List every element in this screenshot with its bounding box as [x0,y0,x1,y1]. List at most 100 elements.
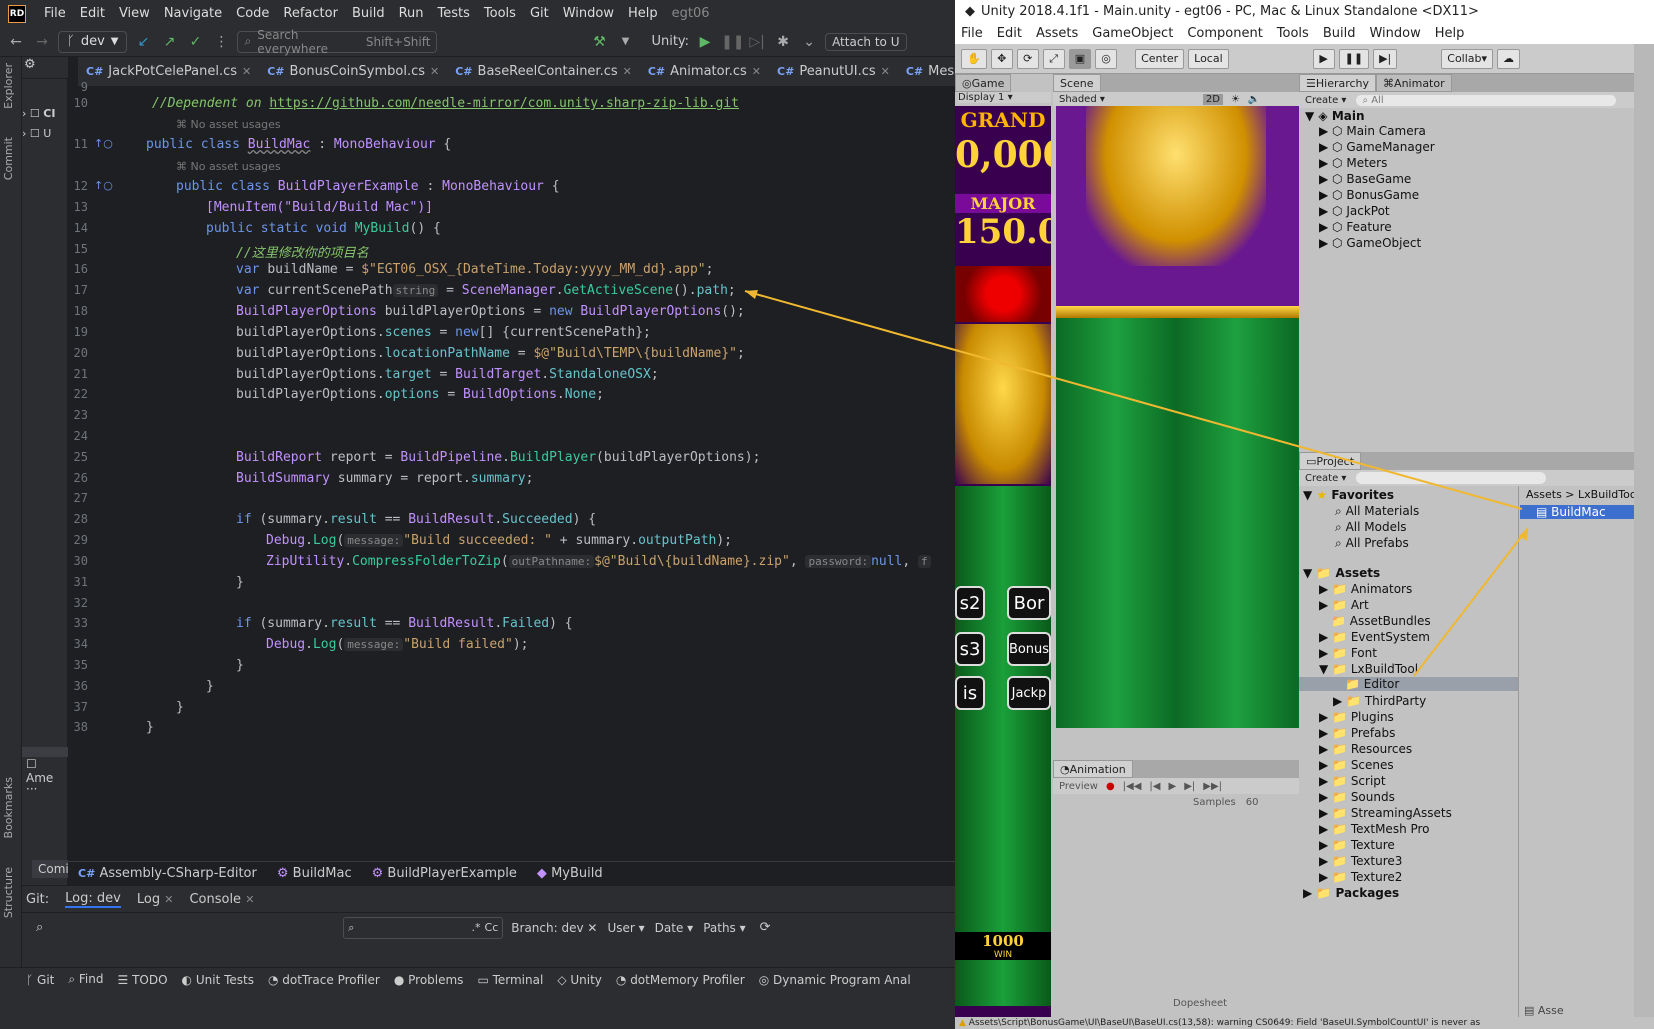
chevron-down-icon[interactable]: ⌄ [799,34,819,50]
tool-unity[interactable]: ◇ Unity [557,973,602,987]
menu-code[interactable]: Code [236,6,269,21]
game-view[interactable]: GRAND 0,000 MAJOR 150.0 s2 Bor s3 Bonus … [955,106,1051,1029]
menu-refactor[interactable]: Refactor [283,6,338,21]
folder-scenes[interactable]: ▶ 📁 Scenes [1319,758,1394,772]
pivot-local-button[interactable]: Local [1188,48,1229,69]
project-search-input[interactable] [1356,472,1547,484]
project-create-button[interactable]: Create ▾ [1305,473,1346,484]
tool-dotmemory[interactable]: ◔ dotMemory Profiler [616,973,745,987]
folder-animators[interactable]: ▶ 📁 Animators [1319,582,1412,596]
game-button-bonus-2[interactable]: Bonus [1007,632,1051,666]
folder-script[interactable]: ▶ 📁 Script [1319,774,1386,788]
refresh-icon[interactable]: ⟳ [760,920,771,935]
samples-value[interactable]: 60 [1246,797,1259,808]
breadcrumb-class[interactable]: ⚙ BuildMac [277,866,352,881]
umenu-tools[interactable]: Tools [1277,26,1309,41]
packages-folder[interactable]: ▶ 📁 Packages [1303,886,1399,900]
hierarchy-item-feature[interactable]: ▶ ⬡ Feature [1319,220,1392,234]
folder-textmeshpro[interactable]: ▶ 📁 TextMesh Pro [1319,822,1430,836]
dopesheet-button[interactable]: Dopesheet [1173,998,1227,1009]
hierarchy-item-gameobject[interactable]: ▶ ⬡ GameObject [1319,236,1421,250]
tab-animator[interactable]: C# Animator.cs ✕ [640,57,769,87]
tab-animator[interactable]: ⌘ Animator [1376,74,1452,92]
hierarchy-create-button[interactable]: Create ▾ [1305,95,1346,106]
commit-tool[interactable]: Commit [2,137,15,180]
prev-keyframe-icon[interactable]: |◀ [1149,781,1160,792]
tab-jackpot-cele-panel[interactable]: C# JackPotCelePanel.cs ✕ [78,57,259,87]
branch-selector[interactable]: ᚴ dev ▼ [58,30,128,53]
tab-hierarchy[interactable]: ☰ Hierarchy [1299,74,1377,92]
menu-window[interactable]: Window [563,6,614,21]
folder-editor[interactable]: 📁 Editor [1299,677,1518,691]
search-icon[interactable]: ⌕ [36,920,43,935]
hierarchy-search-input[interactable]: ⌕ All [1356,94,1617,106]
menu-git[interactable]: Git [530,6,549,21]
github-link[interactable]: https://github.com/needle-mirror/com.uni… [269,96,739,111]
umenu-edit[interactable]: Edit [997,26,1022,41]
umenu-file[interactable]: File [961,26,983,41]
folder-sounds[interactable]: ▶ 📁 Sounds [1319,790,1395,804]
fav-all-models[interactable]: ⌕ All Models [1335,520,1407,535]
scale-tool-icon[interactable]: ⤢ [1042,48,1065,69]
game-button-is[interactable]: is [955,676,985,710]
fav-all-prefabs[interactable]: ⌕ All Prefabs [1335,536,1409,551]
rotate-tool-icon[interactable]: ⟳ [1016,48,1039,69]
umenu-component[interactable]: Component [1187,26,1262,41]
collab-button[interactable]: Collab ▾ [1441,48,1494,69]
folder-art[interactable]: ▶ 📁 Art [1319,598,1369,612]
hand-tool-icon[interactable]: ✋ [961,48,987,69]
back-arrow-icon[interactable]: ← [6,34,26,50]
play-icon[interactable]: ▶ [1168,781,1176,792]
forward-arrow-icon[interactable]: → [32,34,52,50]
menu-tests[interactable]: Tests [438,6,470,21]
umenu-gameobject[interactable]: GameObject [1092,26,1173,41]
tool-find[interactable]: ⌕ Find [68,972,103,987]
folder-thirdparty[interactable]: ▶ 📁 ThirdParty [1333,694,1426,708]
hierarchy-item-bonusgame[interactable]: ▶ ⬡ BonusGame [1319,188,1419,202]
branch-filter[interactable]: Branch: dev ✕ [511,921,597,935]
folder-assetbundles[interactable]: 📁 AssetBundles [1331,614,1431,628]
menu-navigate[interactable]: Navigate [164,6,222,21]
tab-base-reel-container[interactable]: C# BaseReelContainer.cs ✕ [447,57,640,87]
debug-icon[interactable]: ✱ [773,34,793,50]
next-keyframe-icon[interactable]: ▶| [1184,781,1195,792]
hierarchy-item-gamemanager[interactable]: ▶ ⬡ GameManager [1319,140,1435,154]
breadcrumb-assembly[interactable]: C# Assembly-CSharp-Editor [78,866,257,881]
explorer-tool[interactable]: Explorer [2,63,15,109]
tab-animation[interactable]: ◔ Animation [1053,760,1133,778]
scrollbar[interactable] [22,747,68,757]
user-filter[interactable]: User ▾ [607,921,644,935]
folder-texture3[interactable]: ▶ 📁 Texture3 [1319,854,1402,868]
asset-path-breadcrumb[interactable]: Assets > LxBuildToo [1526,488,1637,501]
attach-to-unity-button[interactable]: Attach to U [825,32,907,51]
git-update-icon[interactable]: ↙ [133,34,153,50]
hierarchy-item-meters[interactable]: ▶ ⬡ Meters [1319,156,1387,170]
umenu-window[interactable]: Window [1369,26,1420,41]
tab-console[interactable]: Console ✕ [189,892,254,907]
unity-status-bar[interactable]: ▲ Assets\Script\BonusGame\UI\BaseUI\Base… [955,1017,1654,1029]
asset-buildmac[interactable]: ▤ BuildMac [1520,505,1634,519]
breadcrumb-nested-class[interactable]: ⚙ BuildPlayerExample [372,866,517,881]
menu-run[interactable]: Run [399,6,424,21]
scene-view[interactable] [1056,106,1299,728]
umenu-build[interactable]: Build [1323,26,1356,41]
menu-help[interactable]: Help [628,6,658,21]
audio-icon[interactable]: 🔈 [1248,94,1260,105]
hierarchy-item-jackpot[interactable]: ▶ ⬡ JackPot [1319,204,1390,218]
preview-button[interactable]: Preview [1059,781,1098,792]
game-button-bonus[interactable]: Bor [1007,586,1051,620]
assets-folder[interactable]: ▼ 📁 Assets [1303,566,1380,580]
folder-texture2[interactable]: ▶ 📁 Texture2 [1319,870,1402,884]
transform-tool-icon[interactable]: ◎ [1095,48,1118,69]
tree-node-2[interactable]: › ☐ U [22,127,51,140]
display-selector[interactable]: Display 1 ▾ [958,92,1051,103]
menu-edit[interactable]: Edit [80,6,105,21]
gear-icon[interactable]: ⚙ [24,57,36,72]
structure-tool[interactable]: Structure [2,867,15,918]
pivot-center-button[interactable]: Center [1135,48,1185,69]
last-keyframe-icon[interactable]: ▶▶| [1203,781,1222,792]
implemented-icon[interactable]: ↑○ [94,179,113,192]
bookmarks-tool[interactable]: Bookmarks [2,777,15,838]
folder-font[interactable]: ▶ 📁 Font [1319,646,1377,660]
tab-bonus-coin-symbol[interactable]: C# BonusCoinSymbol.cs ✕ [259,57,447,87]
